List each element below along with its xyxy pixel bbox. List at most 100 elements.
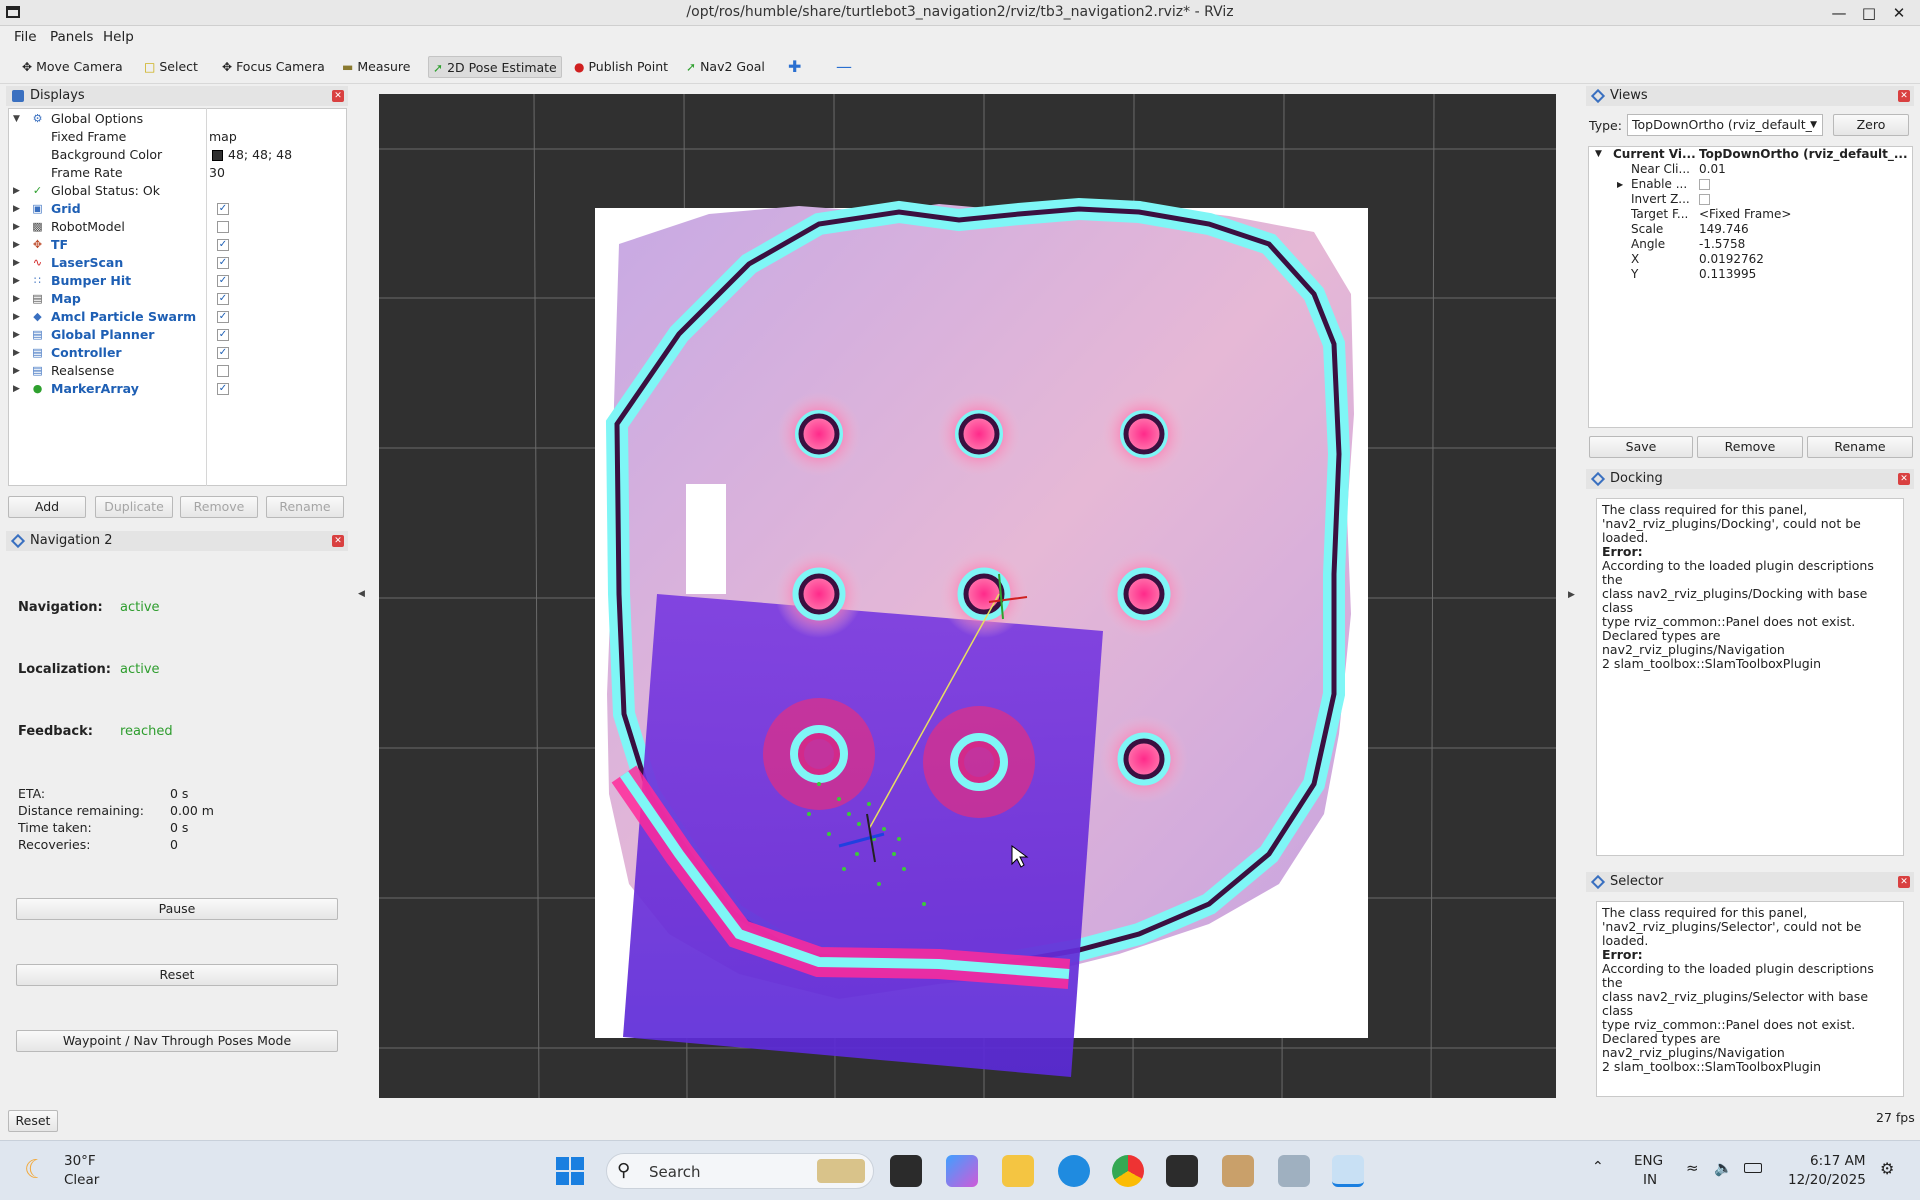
view-type-select[interactable]: TopDownOrtho (rviz_default_ ▼: [1627, 114, 1823, 136]
weather-temp[interactable]: 30°F: [64, 1153, 96, 1169]
chevron-right-icon[interactable]: ▶: [13, 200, 20, 218]
language-secondary[interactable]: IN: [1643, 1172, 1657, 1188]
marker-array-checkbox[interactable]: ✓: [217, 383, 229, 395]
terminal-icon[interactable]: [1166, 1155, 1198, 1187]
collapse-right-icon[interactable]: ▶: [1568, 590, 1575, 600]
chevron-right-icon[interactable]: ▶: [13, 182, 20, 200]
grid-checkbox[interactable]: ✓: [217, 203, 229, 215]
measure-tool[interactable]: ▬ Measure: [338, 56, 414, 78]
chevron-down-icon[interactable]: ▼: [13, 110, 20, 128]
view-rename-button[interactable]: Rename: [1807, 436, 1913, 458]
tree-row-amcl-particle-swarm[interactable]: ▶ ◆ Amcl Particle Swarm ✓: [9, 308, 346, 326]
close-icon[interactable]: ✕: [1898, 90, 1910, 102]
tree-row-global-planner[interactable]: ▶ ▤ Global Planner ✓: [9, 326, 346, 344]
edge-browser-icon[interactable]: [1058, 1155, 1090, 1187]
remove-display-button[interactable]: Remove: [180, 496, 258, 518]
waypoint-mode-button[interactable]: Waypoint / Nav Through Poses Mode: [16, 1030, 338, 1052]
rviz-taskbar-icon[interactable]: [1332, 1155, 1364, 1187]
copilot-icon[interactable]: [946, 1155, 978, 1187]
robot-model-checkbox[interactable]: [217, 221, 229, 233]
virtualbox-icon[interactable]: [1222, 1155, 1254, 1187]
task-view-icon[interactable]: [890, 1155, 922, 1187]
minimize-icon[interactable]: —: [1826, 3, 1852, 23]
volume-icon[interactable]: 🔈: [1714, 1159, 1733, 1177]
chevron-right-icon[interactable]: ▶: [13, 380, 20, 398]
tree-row-fixed-frame[interactable]: Fixed Frame map: [9, 128, 346, 146]
menu-panels[interactable]: Panels: [50, 29, 93, 45]
clock-date[interactable]: 12/20/2025: [1788, 1172, 1866, 1188]
publish-point-tool[interactable]: ● Publish Point: [570, 56, 672, 78]
tree-row-global-status[interactable]: ▶ ✓ Global Status: Ok: [9, 182, 346, 200]
chevron-right-icon[interactable]: ▶: [13, 344, 20, 362]
windows-start-icon[interactable]: [556, 1157, 584, 1185]
background-color-value[interactable]: 48; 48; 48: [228, 146, 292, 164]
view-prop-row[interactable]: Target F... <Fixed Frame>: [1589, 207, 1912, 222]
current-view-row[interactable]: ▼ Current Vi... TopDownOrtho (rviz_defau…: [1589, 147, 1912, 162]
duplicate-display-button[interactable]: Duplicate: [95, 496, 173, 518]
xlaunch-icon[interactable]: [1278, 1155, 1310, 1187]
tree-row-marker-array[interactable]: ▶ ● MarkerArray ✓: [9, 380, 346, 398]
chrome-icon[interactable]: [1112, 1155, 1144, 1187]
tree-row-tf[interactable]: ▶ ✥ TF ✓: [9, 236, 346, 254]
3d-viewport[interactable]: [379, 94, 1556, 1098]
add-tool-icon[interactable]: ✚: [784, 56, 805, 78]
chevron-right-icon[interactable]: ▶: [1617, 177, 1623, 192]
file-explorer-icon[interactable]: [1002, 1155, 1034, 1187]
close-icon[interactable]: ✕: [1886, 3, 1912, 23]
chevron-right-icon[interactable]: ▶: [13, 308, 20, 326]
fixed-frame-value[interactable]: map: [209, 128, 237, 146]
tree-row-frame-rate[interactable]: Frame Rate 30: [9, 164, 346, 182]
close-icon[interactable]: ✕: [1898, 473, 1910, 485]
nav2-goal-tool[interactable]: ➚ Nav2 Goal: [682, 56, 769, 78]
collapse-left-icon[interactable]: ◀: [358, 589, 365, 599]
focus-camera-tool[interactable]: ✥ Focus Camera: [218, 56, 329, 78]
global-planner-checkbox[interactable]: ✓: [217, 329, 229, 341]
close-icon[interactable]: ✕: [332, 90, 344, 102]
nav-reset-button[interactable]: Reset: [16, 964, 338, 986]
pose-estimate-tool[interactable]: ➚ 2D Pose Estimate: [428, 56, 562, 78]
tree-row-global-options[interactable]: ▼ ⚙ Global Options: [9, 110, 346, 128]
zero-button[interactable]: Zero: [1833, 114, 1909, 136]
tf-checkbox[interactable]: ✓: [217, 239, 229, 251]
color-swatch[interactable]: [212, 150, 223, 161]
close-icon[interactable]: ✕: [1898, 876, 1910, 888]
tree-row-map[interactable]: ▶ ▤ Map ✓: [9, 290, 346, 308]
remove-tool-icon[interactable]: —: [832, 56, 856, 78]
view-prop-row[interactable]: Scale 149.746: [1589, 222, 1912, 237]
chevron-up-icon[interactable]: ⌃: [1592, 1159, 1604, 1175]
map-checkbox[interactable]: ✓: [217, 293, 229, 305]
tree-row-laserscan[interactable]: ▶ ∿ LaserScan ✓: [9, 254, 346, 272]
select-tool[interactable]: □ Select: [140, 56, 202, 78]
bumper-hit-checkbox[interactable]: ✓: [217, 275, 229, 287]
move-camera-tool[interactable]: ✥ Move Camera: [18, 56, 127, 78]
chevron-right-icon[interactable]: ▶: [13, 254, 20, 272]
view-remove-button[interactable]: Remove: [1697, 436, 1803, 458]
rename-display-button[interactable]: Rename: [266, 496, 344, 518]
menu-file[interactable]: File: [14, 29, 37, 45]
frame-rate-value[interactable]: 30: [209, 164, 225, 182]
tree-row-background-color[interactable]: Background Color 48; 48; 48: [9, 146, 346, 164]
realsense-checkbox[interactable]: [217, 365, 229, 377]
controller-checkbox[interactable]: ✓: [217, 347, 229, 359]
taskbar-search-box[interactable]: ⚲ Search: [606, 1153, 874, 1189]
wifi-icon[interactable]: ≈: [1686, 1159, 1699, 1177]
chevron-right-icon[interactable]: ▶: [13, 272, 20, 290]
language-primary[interactable]: ENG: [1634, 1153, 1663, 1169]
view-prop-checkbox[interactable]: [1699, 179, 1710, 190]
tree-row-robot-model[interactable]: ▶ ▩ RobotModel: [9, 218, 346, 236]
view-prop-row[interactable]: X 0.0192762: [1589, 252, 1912, 267]
chevron-down-icon[interactable]: ▼: [1595, 147, 1602, 162]
tree-row-grid[interactable]: ▶ ▣ Grid ✓: [9, 200, 346, 218]
chevron-right-icon[interactable]: ▶: [13, 218, 20, 236]
notification-bell-icon[interactable]: ⚙: [1880, 1159, 1894, 1178]
view-prop-row[interactable]: Invert Z...: [1589, 192, 1912, 207]
amcl-particle-swarm-checkbox[interactable]: ✓: [217, 311, 229, 323]
tree-row-realsense[interactable]: ▶ ▤ Realsense: [9, 362, 346, 380]
view-save-button[interactable]: Save: [1589, 436, 1693, 458]
battery-icon[interactable]: [1744, 1163, 1762, 1173]
laserscan-checkbox[interactable]: ✓: [217, 257, 229, 269]
tree-row-controller[interactable]: ▶ ▤ Controller ✓: [9, 344, 346, 362]
maximize-icon[interactable]: □: [1856, 3, 1882, 23]
view-prop-row[interactable]: Near Cli... 0.01: [1589, 162, 1912, 177]
chevron-right-icon[interactable]: ▶: [13, 326, 20, 344]
